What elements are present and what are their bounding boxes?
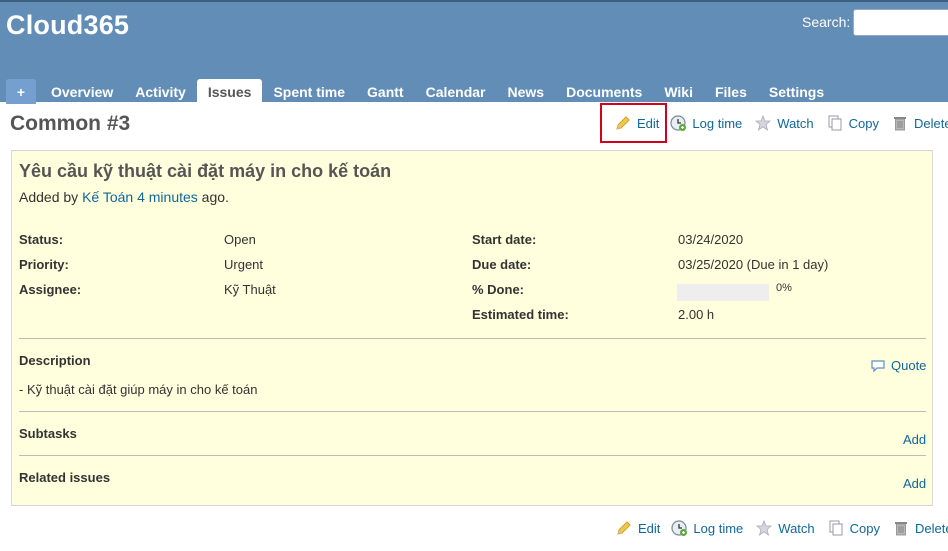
edit-label: Edit xyxy=(637,115,660,131)
new-object-button[interactable]: + xyxy=(6,79,36,104)
tab-news[interactable]: News xyxy=(497,79,556,104)
ago-text: ago. xyxy=(201,189,229,205)
log-time-button[interactable]: Log time xyxy=(669,114,742,132)
divider xyxy=(19,338,926,339)
due-date-value: 03/25/2020 (Due in 1 day) xyxy=(678,257,829,272)
tab-activity[interactable]: Activity xyxy=(124,79,197,104)
copy-label: Copy xyxy=(849,520,880,536)
copy-button[interactable]: Copy xyxy=(827,519,880,537)
description-text: - Kỹ thuật cài đặt giúp máy in cho kế to… xyxy=(19,382,258,397)
header: Cloud365 Search: + Overview Activity Iss… xyxy=(0,0,948,104)
trash-icon xyxy=(895,522,907,536)
estimated-time-value: 2.00 h xyxy=(678,307,715,322)
start-date-value: 03/24/2020 xyxy=(678,232,744,247)
delete-button[interactable]: Delete xyxy=(891,114,948,132)
search-input[interactable] xyxy=(853,9,948,36)
log-time-label: Log time xyxy=(692,115,743,131)
tab-issues[interactable]: Issues xyxy=(196,79,263,104)
related-issues-title: Related issues xyxy=(19,470,111,485)
time-ago-link[interactable]: 4 minutes xyxy=(137,189,198,205)
priority-label: Priority: xyxy=(19,257,69,272)
page-title: Common #3 xyxy=(10,112,131,135)
main-menu: + Overview Activity Issues Spent time Ga… xyxy=(6,79,835,104)
tab-settings[interactable]: Settings xyxy=(758,79,835,104)
tab-wiki[interactable]: Wiki xyxy=(653,79,704,104)
log-time-label: Log time xyxy=(693,520,744,536)
estimated-time-label: Estimated time: xyxy=(472,307,569,322)
edit-button[interactable]: Edit xyxy=(599,103,668,143)
pencil-icon xyxy=(616,116,630,130)
subtasks-title: Subtasks xyxy=(19,426,77,441)
author-line: Added by Kế Toán 4 minutes ago. xyxy=(19,189,229,205)
comment-icon xyxy=(871,359,885,372)
assignee-link[interactable]: Kỹ Thuật xyxy=(224,282,276,297)
watch-label: Watch xyxy=(778,520,815,536)
copy-label: Copy xyxy=(848,115,879,131)
delete-button[interactable]: Delete xyxy=(892,519,948,537)
pencil-icon xyxy=(617,521,631,535)
start-date-label: Start date: xyxy=(472,232,537,247)
watch-button[interactable]: Watch xyxy=(755,519,815,537)
clock-icon xyxy=(671,520,688,536)
edit-label: Edit xyxy=(638,520,661,536)
issue-actions-bottom: Edit Log time Watch Copy Delete xyxy=(602,519,948,537)
author-link[interactable]: Kế Toán xyxy=(82,189,133,205)
copy-icon xyxy=(829,520,843,536)
divider xyxy=(19,411,926,412)
copy-button[interactable]: Copy xyxy=(826,114,879,132)
tab-files[interactable]: Files xyxy=(704,79,758,104)
assignee-label: Assignee: xyxy=(19,282,82,297)
watch-button[interactable]: Watch xyxy=(754,114,814,132)
priority-value: Urgent xyxy=(224,257,264,272)
quote-label: Quote xyxy=(891,358,927,373)
star-icon xyxy=(756,519,773,536)
tab-gantt[interactable]: Gantt xyxy=(356,79,415,104)
edit-button[interactable]: Edit xyxy=(615,519,660,537)
quote-button[interactable]: Quote xyxy=(870,358,926,373)
tab-overview[interactable]: Overview xyxy=(40,79,124,104)
issue-actions-top: Edit Log time Watch Copy Delete xyxy=(599,103,948,143)
description-title: Description xyxy=(19,353,91,368)
issue-subject: Yêu cầu kỹ thuật cài đặt máy in cho kế t… xyxy=(19,161,392,181)
delete-label: Delete xyxy=(914,115,948,131)
progress-bar xyxy=(677,284,769,301)
divider xyxy=(19,455,926,456)
app-title[interactable]: Cloud365 xyxy=(6,10,129,41)
status-label: Status: xyxy=(19,232,64,247)
watch-label: Watch xyxy=(777,115,814,131)
trash-icon xyxy=(894,117,906,131)
search-label: Search: xyxy=(802,14,851,30)
due-date-label: Due date: xyxy=(472,257,532,272)
star-icon xyxy=(755,114,772,131)
status-value: Open xyxy=(224,232,256,247)
tab-calendar[interactable]: Calendar xyxy=(415,79,497,104)
add-subtask-link[interactable]: Add xyxy=(903,432,926,447)
tab-documents[interactable]: Documents xyxy=(555,79,653,104)
delete-label: Delete xyxy=(915,520,948,536)
log-time-button[interactable]: Log time xyxy=(670,519,743,537)
add-related-issue-link[interactable]: Add xyxy=(903,476,926,491)
clock-icon xyxy=(670,115,687,131)
copy-icon xyxy=(828,115,842,131)
issue-details: Yêu cầu kỹ thuật cài đặt máy in cho kế t… xyxy=(11,150,933,506)
tab-spent-time[interactable]: Spent time xyxy=(262,79,356,104)
done-label: % Done: xyxy=(472,282,524,297)
progress-percent: 0% xyxy=(776,282,792,294)
added-by-text: Added by xyxy=(19,189,79,205)
